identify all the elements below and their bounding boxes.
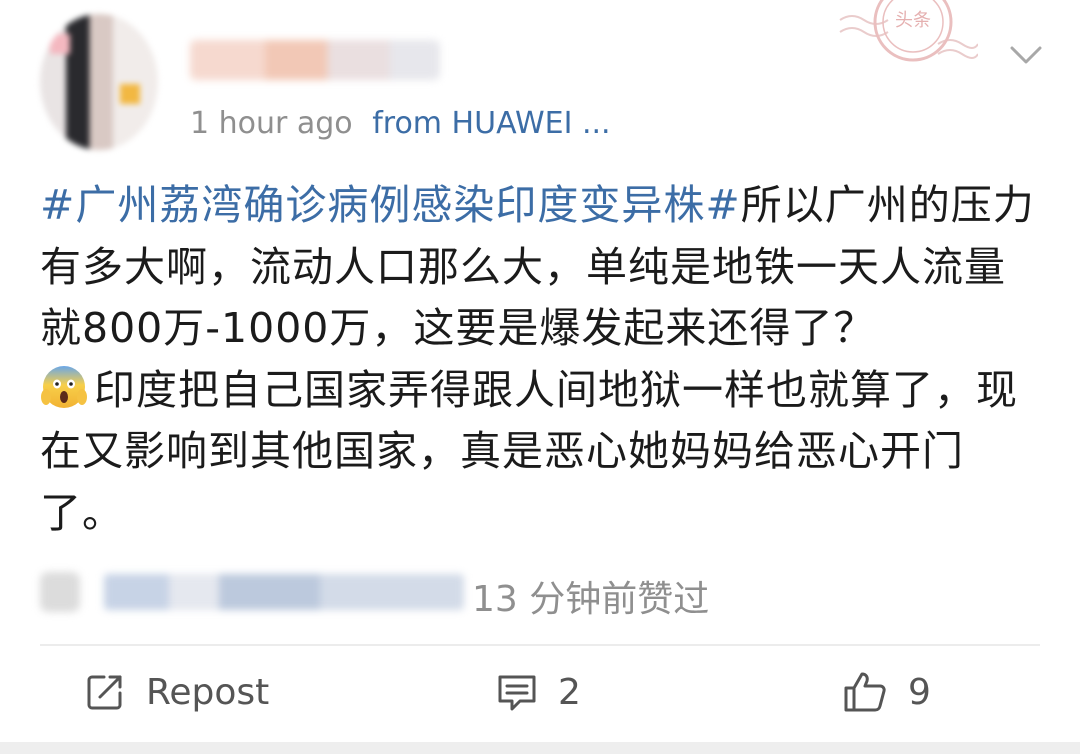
post-body: #广州荔湾确诊病例感染印度变异株#所以广州的压力有多大啊，流动人口那么大，单纯是… [40,175,1040,544]
stamp-text: 头条 [895,10,931,31]
like-count: 9 [908,671,931,713]
liked-by-row[interactable]: 13 分钟前赞过 [40,566,1040,622]
headline-stamp: 头条 [838,0,979,64]
post-source[interactable]: from HUAWEI ... [372,106,610,141]
liker-names-blurred [104,574,464,610]
avatar[interactable] [40,14,158,150]
post-text: 印度把自己国家弄得跟人间地狱一样也就算了，现在又影响到其他国家，真是恶心她妈妈给… [40,365,1018,537]
post-time: 1 hour ago [190,106,353,141]
thumbs-up-icon [40,572,80,612]
divider [40,644,1040,646]
hashtag-link[interactable]: #广州荔湾确诊病例感染印度变异株# [40,181,741,229]
like-button[interactable]: 9 [842,660,931,724]
comment-count: 2 [558,671,581,713]
username-blurred[interactable] [190,40,440,80]
avatar-detail [50,34,70,54]
comment-icon [498,675,536,711]
repost-icon [87,675,122,710]
bottom-separator [0,742,1080,754]
chevron-down-icon[interactable] [1006,40,1046,70]
post-meta: 1 hour ago from HUAWEI ... [190,106,611,141]
repost-button[interactable]: Repost [84,660,269,724]
repost-label: Repost [146,671,270,713]
liked-time: 13 分钟前赞过 [472,579,710,620]
comment-button[interactable]: 2 [496,660,581,724]
screaming-face-icon [40,363,88,411]
avatar-detail [120,84,140,104]
thumbs-up-icon [844,672,886,712]
